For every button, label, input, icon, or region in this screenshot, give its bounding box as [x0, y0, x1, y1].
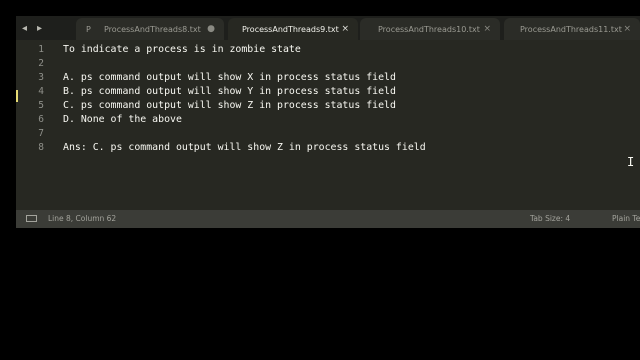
syntax-indicator[interactable]: Plain Te	[612, 214, 640, 223]
line-number: 2	[38, 58, 44, 69]
tab-scroll-right-icon[interactable]: ▸	[37, 23, 42, 34]
line-number: 8	[38, 142, 44, 153]
line-number: 6	[38, 114, 44, 125]
panel-toggle-icon[interactable]	[26, 215, 37, 222]
tab-processandthreads10[interactable]: ProcessAndThreads10.txt ×	[360, 18, 500, 40]
tab-label: ProcessAndThreads8.txt	[104, 24, 201, 34]
editor-line[interactable]: A. ps command output will show X in proc…	[63, 71, 396, 85]
cursor-position[interactable]: Line 8, Column 62	[48, 214, 116, 223]
line-number: 5	[38, 100, 44, 111]
editor-line[interactable]: To indicate a process is in zombie state	[63, 43, 301, 57]
tab-processandthreads8[interactable]: P ProcessAndThreads8.txt ●	[76, 18, 224, 40]
unsaved-dot-icon[interactable]: ●	[207, 24, 215, 34]
line-number: 7	[38, 128, 44, 139]
line-number: 4	[38, 86, 44, 97]
text-editor[interactable]: 1 2 3 4 5 6 7 8 To indicate a process is…	[16, 40, 640, 210]
tab-label: ProcessAndThreads9.txt	[242, 24, 339, 34]
editor-line[interactable]: C. ps command output will show Z in proc…	[63, 99, 396, 113]
status-bar: Line 8, Column 62 Tab Size: 4 Plain Te	[16, 210, 640, 228]
tab-bar: ◂ ▸ P ProcessAndThreads8.txt ● ProcessAn…	[16, 16, 640, 40]
close-icon[interactable]: ×	[341, 24, 349, 34]
text-cursor-icon: I	[627, 155, 635, 169]
tab-label: ProcessAndThreads10.txt	[378, 24, 480, 34]
close-icon[interactable]: ×	[483, 24, 491, 34]
line-number-gutter: 1 2 3 4 5 6 7 8	[16, 40, 52, 210]
line-number: 3	[38, 72, 44, 83]
tab-scroll-left-icon[interactable]: ◂	[22, 23, 27, 34]
tab-nav: ◂ ▸	[16, 16, 62, 40]
tab-processandthreads11[interactable]: ProcessAndThreads11.txt ×	[504, 18, 640, 40]
editor-line[interactable]: B. ps command output will show Y in proc…	[63, 85, 396, 99]
editor-line[interactable]: D. None of the above	[63, 113, 182, 127]
tab-prefix-label: P	[86, 24, 91, 34]
modified-line-marker	[16, 90, 18, 102]
editor-line[interactable]: Ans: C. ps command output will show Z in…	[63, 141, 426, 155]
tab-processandthreads9[interactable]: ProcessAndThreads9.txt ×	[228, 18, 358, 40]
tab-size-indicator[interactable]: Tab Size: 4	[530, 214, 570, 223]
line-number: 1	[38, 44, 44, 55]
tab-label: ProcessAndThreads11.txt	[520, 24, 622, 34]
close-icon[interactable]: ×	[623, 24, 631, 34]
editor-window: ◂ ▸ P ProcessAndThreads8.txt ● ProcessAn…	[16, 16, 640, 228]
